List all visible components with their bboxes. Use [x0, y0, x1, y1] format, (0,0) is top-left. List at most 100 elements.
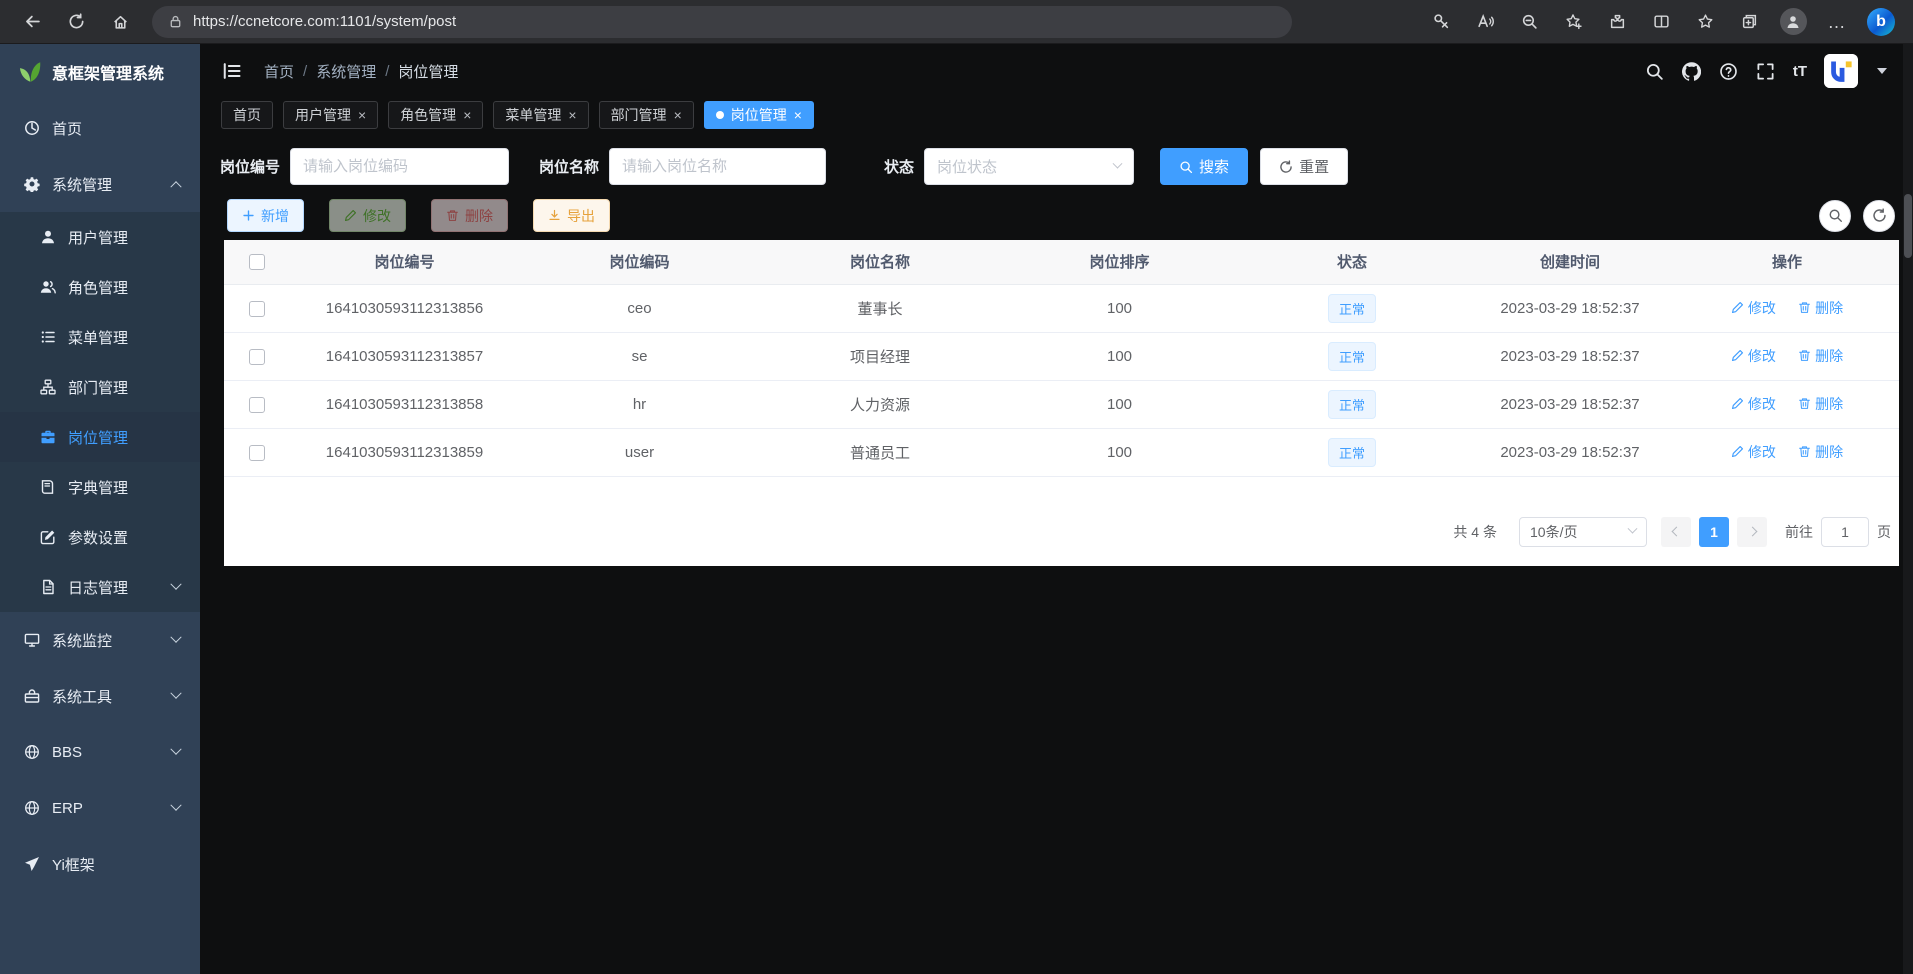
sidebar-item-yi-framework[interactable]: Yi框架 [0, 836, 200, 892]
sidebar-item-menu-management[interactable]: 菜单管理 [0, 312, 200, 362]
next-page-button[interactable] [1737, 517, 1767, 547]
refresh-table-button[interactable] [1863, 200, 1895, 232]
favorites-icon[interactable] [1685, 5, 1725, 39]
password-key-icon[interactable] [1421, 5, 1461, 39]
bing-copilot-icon[interactable]: b [1861, 5, 1901, 39]
sidebar-item-erp[interactable]: ERP [0, 780, 200, 836]
github-icon[interactable] [1682, 61, 1702, 81]
sidebar-item-system-management[interactable]: 系统管理 [0, 156, 200, 212]
edit-button[interactable]: 修改 [329, 199, 406, 232]
fullscreen-icon[interactable] [1756, 61, 1776, 81]
breadcrumb-separator: / [385, 63, 389, 80]
table-row[interactable]: 1641030593112313858 hr 人力资源 100 正常 2023-… [224, 380, 1899, 428]
user-avatar[interactable] [1824, 54, 1858, 88]
sidebar-item-dictionary-management[interactable]: 字典管理 [0, 462, 200, 512]
page-size-select[interactable]: 10条/页 [1519, 517, 1647, 547]
search-icon[interactable] [1645, 61, 1665, 81]
prev-page-button[interactable] [1661, 517, 1691, 547]
trash-icon [1798, 445, 1811, 458]
row-edit-link[interactable]: 修改 [1731, 442, 1776, 462]
collections-icon[interactable] [1729, 5, 1769, 39]
sidebar-item-system-monitor[interactable]: 系统监控 [0, 612, 200, 668]
tab-role-management[interactable]: 角色管理 × [388, 101, 483, 129]
zoom-icon[interactable] [1509, 5, 1549, 39]
post-name-cell: 普通员工 [760, 428, 1000, 476]
scrollbar-thumb[interactable] [1904, 194, 1912, 258]
close-icon[interactable]: × [463, 108, 471, 122]
row-checkbox[interactable] [249, 445, 265, 461]
row-checkbox[interactable] [249, 349, 265, 365]
pencil-icon [1731, 301, 1744, 314]
post-name-input[interactable] [609, 148, 826, 185]
tab-home[interactable]: 首页 [221, 101, 273, 129]
table-row[interactable]: 1641030593112313859 user 普通员工 100 正常 202… [224, 428, 1899, 476]
post-table: 岗位编号 岗位编码 岗位名称 岗位排序 状态 创建时间 操作 164103059… [224, 240, 1899, 477]
book-icon [40, 479, 56, 495]
sidebar-item-system-tools[interactable]: 系统工具 [0, 668, 200, 724]
tab-user-management[interactable]: 用户管理 × [283, 101, 378, 129]
avatar-dropdown-caret-icon[interactable] [1877, 68, 1887, 74]
close-icon[interactable]: × [568, 108, 576, 122]
add-button[interactable]: 新增 [227, 199, 304, 232]
breadcrumb: 首页 / 系统管理 / 岗位管理 [264, 61, 458, 82]
page-number-button[interactable]: 1 [1699, 517, 1729, 547]
export-button[interactable]: 导出 [533, 199, 610, 232]
home-icon[interactable] [100, 5, 140, 39]
row-delete-link[interactable]: 删除 [1798, 394, 1843, 414]
browser-menu-icon[interactable]: … [1817, 5, 1857, 39]
add-favorite-icon[interactable] [1553, 5, 1593, 39]
row-checkbox[interactable] [249, 301, 265, 317]
address-bar[interactable]: https://ccnetcore.com:1101/system/post [152, 6, 1292, 38]
split-screen-icon[interactable] [1641, 5, 1681, 39]
breadcrumb-home[interactable]: 首页 [264, 61, 294, 82]
font-size-icon[interactable]: tT [1793, 63, 1807, 80]
search-button[interactable]: 搜索 [1160, 148, 1248, 185]
delete-button[interactable]: 删除 [431, 199, 508, 232]
browser-profile-avatar[interactable] [1773, 5, 1813, 39]
row-delete-link[interactable]: 删除 [1798, 442, 1843, 462]
extensions-icon[interactable] [1597, 5, 1637, 39]
page-scrollbar[interactable] [1903, 44, 1913, 974]
sidebar-item-user-management[interactable]: 用户管理 [0, 212, 200, 262]
collapse-sidebar-icon[interactable] [220, 59, 244, 83]
table-row[interactable]: 1641030593112313857 se 项目经理 100 正常 2023-… [224, 332, 1899, 380]
sidebar-item-department-management[interactable]: 部门管理 [0, 362, 200, 412]
show-search-toggle-button[interactable] [1819, 200, 1851, 232]
sidebar-item-log-management[interactable]: 日志管理 [0, 562, 200, 612]
close-icon[interactable]: × [674, 108, 682, 122]
column-header: 创建时间 [1465, 240, 1675, 284]
row-delete-link[interactable]: 删除 [1798, 298, 1843, 318]
breadcrumb-system-management[interactable]: 系统管理 [316, 61, 376, 82]
sidebar-item-parameter-settings[interactable]: 参数设置 [0, 512, 200, 562]
sidebar-item-label: 角色管理 [68, 277, 128, 298]
row-edit-link[interactable]: 修改 [1731, 394, 1776, 414]
row-delete-link[interactable]: 删除 [1798, 346, 1843, 366]
post-code-cell: hr [519, 380, 760, 428]
trash-icon [1798, 397, 1811, 410]
sidebar-item-post-management[interactable]: 岗位管理 [0, 412, 200, 462]
breadcrumb-current: 岗位管理 [398, 61, 458, 82]
refresh-icon[interactable] [56, 5, 96, 39]
row-edit-link[interactable]: 修改 [1731, 298, 1776, 318]
back-icon[interactable] [12, 5, 52, 39]
sidebar-item-home[interactable]: 首页 [0, 100, 200, 156]
sidebar-item-bbs[interactable]: BBS [0, 724, 200, 780]
tab-post-management[interactable]: 岗位管理 × [704, 101, 814, 129]
close-icon[interactable]: × [794, 108, 802, 122]
select-all-checkbox[interactable] [249, 254, 265, 270]
sidebar-item-role-management[interactable]: 角色管理 [0, 262, 200, 312]
table-card: 岗位编号 岗位编码 岗位名称 岗位排序 状态 创建时间 操作 164103059… [224, 240, 1899, 566]
post-code-input[interactable] [290, 148, 509, 185]
read-aloud-icon[interactable] [1465, 5, 1505, 39]
row-edit-link[interactable]: 修改 [1731, 346, 1776, 366]
table-row[interactable]: 1641030593112313856 ceo 董事长 100 正常 2023-… [224, 284, 1899, 332]
close-icon[interactable]: × [358, 108, 366, 122]
tab-menu-management[interactable]: 菜单管理 × [493, 101, 588, 129]
reset-button[interactable]: 重置 [1260, 148, 1348, 185]
tab-department-management[interactable]: 部门管理 × [599, 101, 694, 129]
help-icon[interactable] [1719, 61, 1739, 81]
row-checkbox[interactable] [249, 397, 265, 413]
status-select[interactable]: 岗位状态 [924, 148, 1134, 185]
goto-page-input[interactable] [1821, 517, 1869, 547]
sidebar-item-label: 日志管理 [68, 577, 128, 598]
